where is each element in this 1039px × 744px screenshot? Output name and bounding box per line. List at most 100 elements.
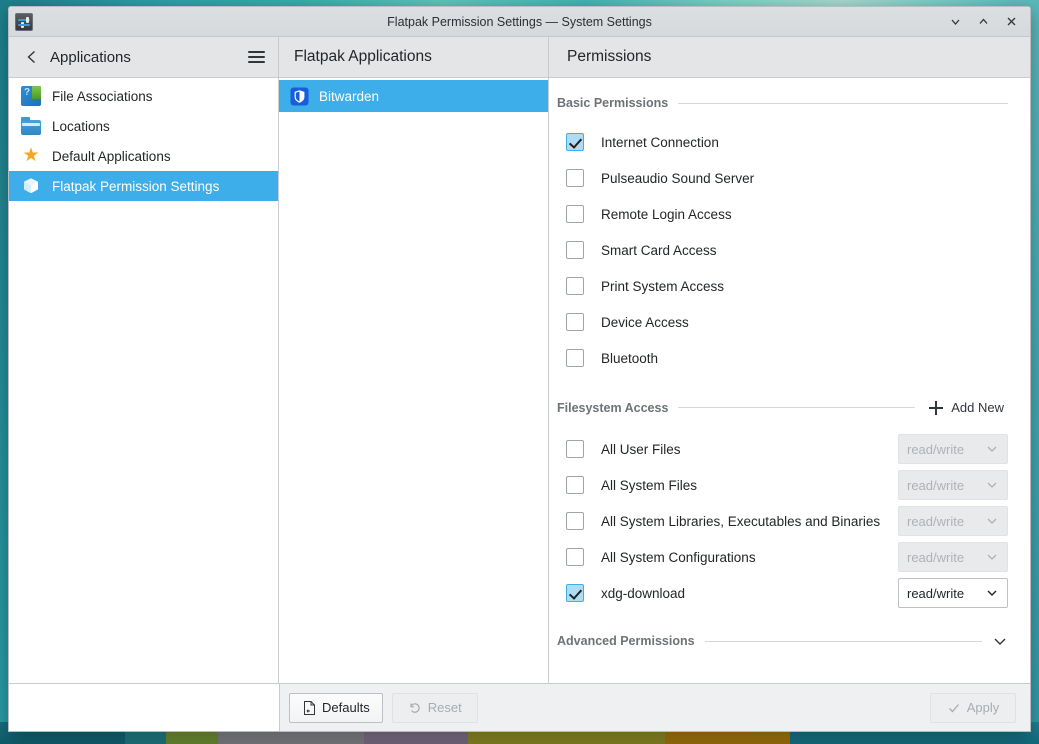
access-mode-select[interactable]: read/write [898, 542, 1008, 572]
section-divider [705, 641, 982, 642]
minimize-button[interactable] [942, 10, 968, 34]
section-title: Basic Permissions [557, 96, 668, 110]
permissions-header-title: Permissions [549, 37, 1030, 77]
permission-row-print-system-access[interactable]: Print System Access [557, 268, 1008, 304]
basic-permissions-section-header: Basic Permissions [557, 96, 1008, 110]
chevron-down-icon [985, 514, 999, 528]
close-button[interactable] [998, 10, 1024, 34]
permission-label: Remote Login Access [601, 207, 732, 222]
window-controls [942, 10, 1030, 34]
checkbox[interactable] [566, 205, 584, 223]
access-mode-select[interactable]: read/write [898, 578, 1008, 608]
checkbox[interactable] [566, 169, 584, 187]
applist-header-title: Flatpak Applications [279, 37, 549, 77]
reset-label: Reset [428, 700, 462, 715]
title-bar[interactable]: Flatpak Permission Settings — System Set… [9, 7, 1030, 37]
chevron-down-icon [985, 586, 999, 600]
hamburger-icon[interactable] [242, 44, 270, 70]
back-label: Applications [50, 49, 131, 66]
checkbox[interactable] [566, 313, 584, 331]
access-mode-select[interactable]: read/write [898, 470, 1008, 500]
sidebar-item-flatpak-permission-settings[interactable]: Flatpak Permission Settings [9, 171, 278, 201]
chevron-down-icon [985, 478, 999, 492]
defaults-button[interactable]: Defaults [289, 693, 383, 723]
access-mode-select[interactable]: read/write [898, 434, 1008, 464]
add-new-label: Add New [951, 400, 1004, 415]
section-title: Advanced Permissions [557, 634, 695, 648]
permission-label: Bluetooth [601, 351, 658, 366]
checkbox[interactable] [566, 584, 584, 602]
permission-label: Print System Access [601, 279, 724, 294]
reset-button[interactable]: Reset [392, 693, 478, 723]
folder-icon [21, 120, 41, 135]
access-mode-value: read/write [907, 550, 985, 565]
filesystem-row-xdg-download[interactable]: xdg-download read/write [557, 575, 1008, 611]
permission-label: Pulseaudio Sound Server [601, 171, 754, 186]
checkbox[interactable] [566, 512, 584, 530]
sidebar-item-locations[interactable]: Locations [9, 111, 278, 141]
footer-bar: Defaults Reset Apply [9, 683, 1030, 731]
sidebar-item-file-associations[interactable]: File Associations [9, 81, 278, 111]
permission-row-bluetooth[interactable]: Bluetooth [557, 340, 1008, 376]
filesystem-row-all-system-libraries[interactable]: All System Libraries, Executables and Bi… [557, 503, 1008, 539]
sidebar-item-label: File Associations [52, 89, 153, 104]
checkbox[interactable] [566, 241, 584, 259]
sidebar-item-label: Default Applications [52, 149, 171, 164]
permission-row-device-access[interactable]: Device Access [557, 304, 1008, 340]
header-bar: Applications Flatpak Applications Permis… [9, 37, 1030, 78]
flatpak-application-list: Bitwarden [279, 78, 549, 683]
checkbox[interactable] [566, 476, 584, 494]
filesystem-label: All System Configurations [601, 550, 756, 565]
filesystem-access-section-header: Filesystem Access Add New [557, 398, 1008, 417]
plus-icon [929, 401, 943, 415]
filesystem-row-all-system-files[interactable]: All System Files read/write [557, 467, 1008, 503]
permission-row-smart-card-access[interactable]: Smart Card Access [557, 232, 1008, 268]
sidebar: File Associations Locations ★ Default Ap… [9, 78, 279, 683]
sidebar-item-label: Flatpak Permission Settings [52, 179, 219, 194]
main-window: Flatpak Permission Settings — System Set… [8, 6, 1031, 732]
back-button[interactable] [19, 44, 45, 70]
permission-row-pulseaudio-sound-server[interactable]: Pulseaudio Sound Server [557, 160, 1008, 196]
checkbox[interactable] [566, 440, 584, 458]
footer-left-spacer [9, 684, 280, 731]
system-settings-icon [15, 13, 33, 31]
defaults-label: Defaults [322, 700, 370, 715]
filesystem-row-all-system-configurations[interactable]: All System Configurations read/write [557, 539, 1008, 575]
access-mode-value: read/write [907, 514, 985, 529]
flatpak-box-icon [21, 176, 41, 196]
bitwarden-shield-icon [289, 86, 309, 106]
app-list-item-bitwarden[interactable]: Bitwarden [279, 80, 548, 112]
sidebar-header: Applications [9, 37, 279, 77]
filesystem-label: All System Files [601, 478, 697, 493]
window-body: File Associations Locations ★ Default Ap… [9, 78, 1030, 683]
window-title: Flatpak Permission Settings — System Set… [9, 15, 1030, 29]
section-title: Filesystem Access [557, 401, 668, 415]
sidebar-item-default-applications[interactable]: ★ Default Applications [9, 141, 278, 171]
sidebar-item-label: Locations [52, 119, 110, 134]
access-mode-value: read/write [907, 478, 985, 493]
chevron-down-icon[interactable] [992, 633, 1008, 649]
section-divider [678, 407, 915, 408]
permission-row-remote-login-access[interactable]: Remote Login Access [557, 196, 1008, 232]
maximize-button[interactable] [970, 10, 996, 34]
access-mode-value: read/write [907, 442, 985, 457]
checkbox[interactable] [566, 548, 584, 566]
checkbox[interactable] [566, 277, 584, 295]
access-mode-value: read/write [907, 586, 985, 601]
permission-label: Smart Card Access [601, 243, 717, 258]
chevron-left-icon [24, 49, 40, 65]
filesystem-label: xdg-download [601, 586, 685, 601]
filesystem-row-all-user-files[interactable]: All User Files read/write [557, 431, 1008, 467]
apply-label: Apply [967, 700, 1000, 715]
permissions-panel: Basic Permissions Internet Connection Pu… [549, 78, 1030, 683]
checkbox[interactable] [566, 349, 584, 367]
star-icon: ★ [21, 146, 41, 166]
filesystem-label: All User Files [601, 442, 681, 457]
permission-row-internet-connection[interactable]: Internet Connection [557, 124, 1008, 160]
advanced-permissions-section-header[interactable]: Advanced Permissions [557, 633, 1008, 649]
checkbox[interactable] [566, 133, 584, 151]
file-associations-icon [21, 86, 41, 106]
apply-button[interactable]: Apply [930, 693, 1016, 723]
add-new-button[interactable]: Add New [925, 398, 1008, 417]
access-mode-select[interactable]: read/write [898, 506, 1008, 536]
